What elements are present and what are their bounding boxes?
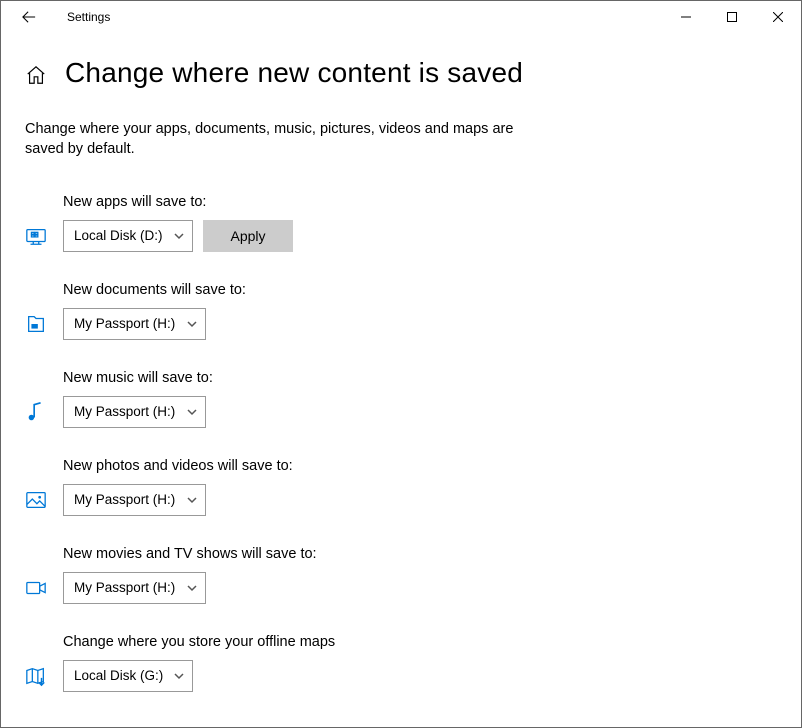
- page-description: Change where your apps, documents, music…: [25, 119, 525, 160]
- page-title: Change where new content is saved: [65, 57, 523, 89]
- movies-icon: [25, 577, 47, 599]
- row-photos-label: New photos and videos will save to:: [63, 458, 777, 474]
- apps-drive-value: Local Disk (D:): [74, 228, 163, 243]
- photos-icon: [25, 489, 47, 511]
- apps-icon: [25, 225, 47, 247]
- maximize-button[interactable]: [709, 1, 755, 33]
- row-photos: New photos and videos will save to: My P…: [25, 458, 777, 516]
- documents-drive-value: My Passport (H:): [74, 316, 175, 331]
- chevron-down-icon: [187, 319, 197, 329]
- row-maps: Change where you store your offline maps…: [25, 634, 777, 692]
- titlebar: Settings: [1, 1, 801, 33]
- row-documents: New documents will save to: My Passport …: [25, 282, 777, 340]
- row-documents-label: New documents will save to:: [63, 282, 777, 298]
- chevron-down-icon: [187, 583, 197, 593]
- music-icon: [25, 401, 47, 423]
- chevron-down-icon: [174, 231, 184, 241]
- music-drive-select[interactable]: My Passport (H:): [63, 396, 206, 428]
- close-icon: [773, 12, 783, 22]
- row-music-label: New music will save to:: [63, 370, 777, 386]
- chevron-down-icon: [187, 495, 197, 505]
- minimize-icon: [681, 12, 691, 22]
- maps-drive-value: Local Disk (G:): [74, 668, 163, 683]
- maps-icon: [25, 665, 47, 687]
- maps-drive-select[interactable]: Local Disk (G:): [63, 660, 193, 692]
- back-arrow-icon: [22, 10, 36, 24]
- header: Change where new content is saved: [25, 57, 777, 89]
- chevron-down-icon: [187, 407, 197, 417]
- documents-icon: [25, 313, 47, 335]
- row-apps-label: New apps will save to:: [63, 194, 777, 210]
- close-button[interactable]: [755, 1, 801, 33]
- apps-drive-select[interactable]: Local Disk (D:): [63, 220, 193, 252]
- apply-button[interactable]: Apply: [203, 220, 293, 252]
- chevron-down-icon: [174, 671, 184, 681]
- back-button[interactable]: [9, 1, 49, 33]
- movies-drive-value: My Passport (H:): [74, 580, 175, 595]
- row-movies: New movies and TV shows will save to: My…: [25, 546, 777, 604]
- window-title: Settings: [49, 10, 110, 24]
- photos-drive-value: My Passport (H:): [74, 492, 175, 507]
- row-maps-label: Change where you store your offline maps: [63, 634, 777, 650]
- documents-drive-select[interactable]: My Passport (H:): [63, 308, 206, 340]
- music-drive-value: My Passport (H:): [74, 404, 175, 419]
- movies-drive-select[interactable]: My Passport (H:): [63, 572, 206, 604]
- home-icon[interactable]: [25, 64, 47, 86]
- row-apps: New apps will save to: Local Disk (D:) A…: [25, 194, 777, 252]
- row-movies-label: New movies and TV shows will save to:: [63, 546, 777, 562]
- minimize-button[interactable]: [663, 1, 709, 33]
- photos-drive-select[interactable]: My Passport (H:): [63, 484, 206, 516]
- maximize-icon: [727, 12, 737, 22]
- row-music: New music will save to: My Passport (H:): [25, 370, 777, 428]
